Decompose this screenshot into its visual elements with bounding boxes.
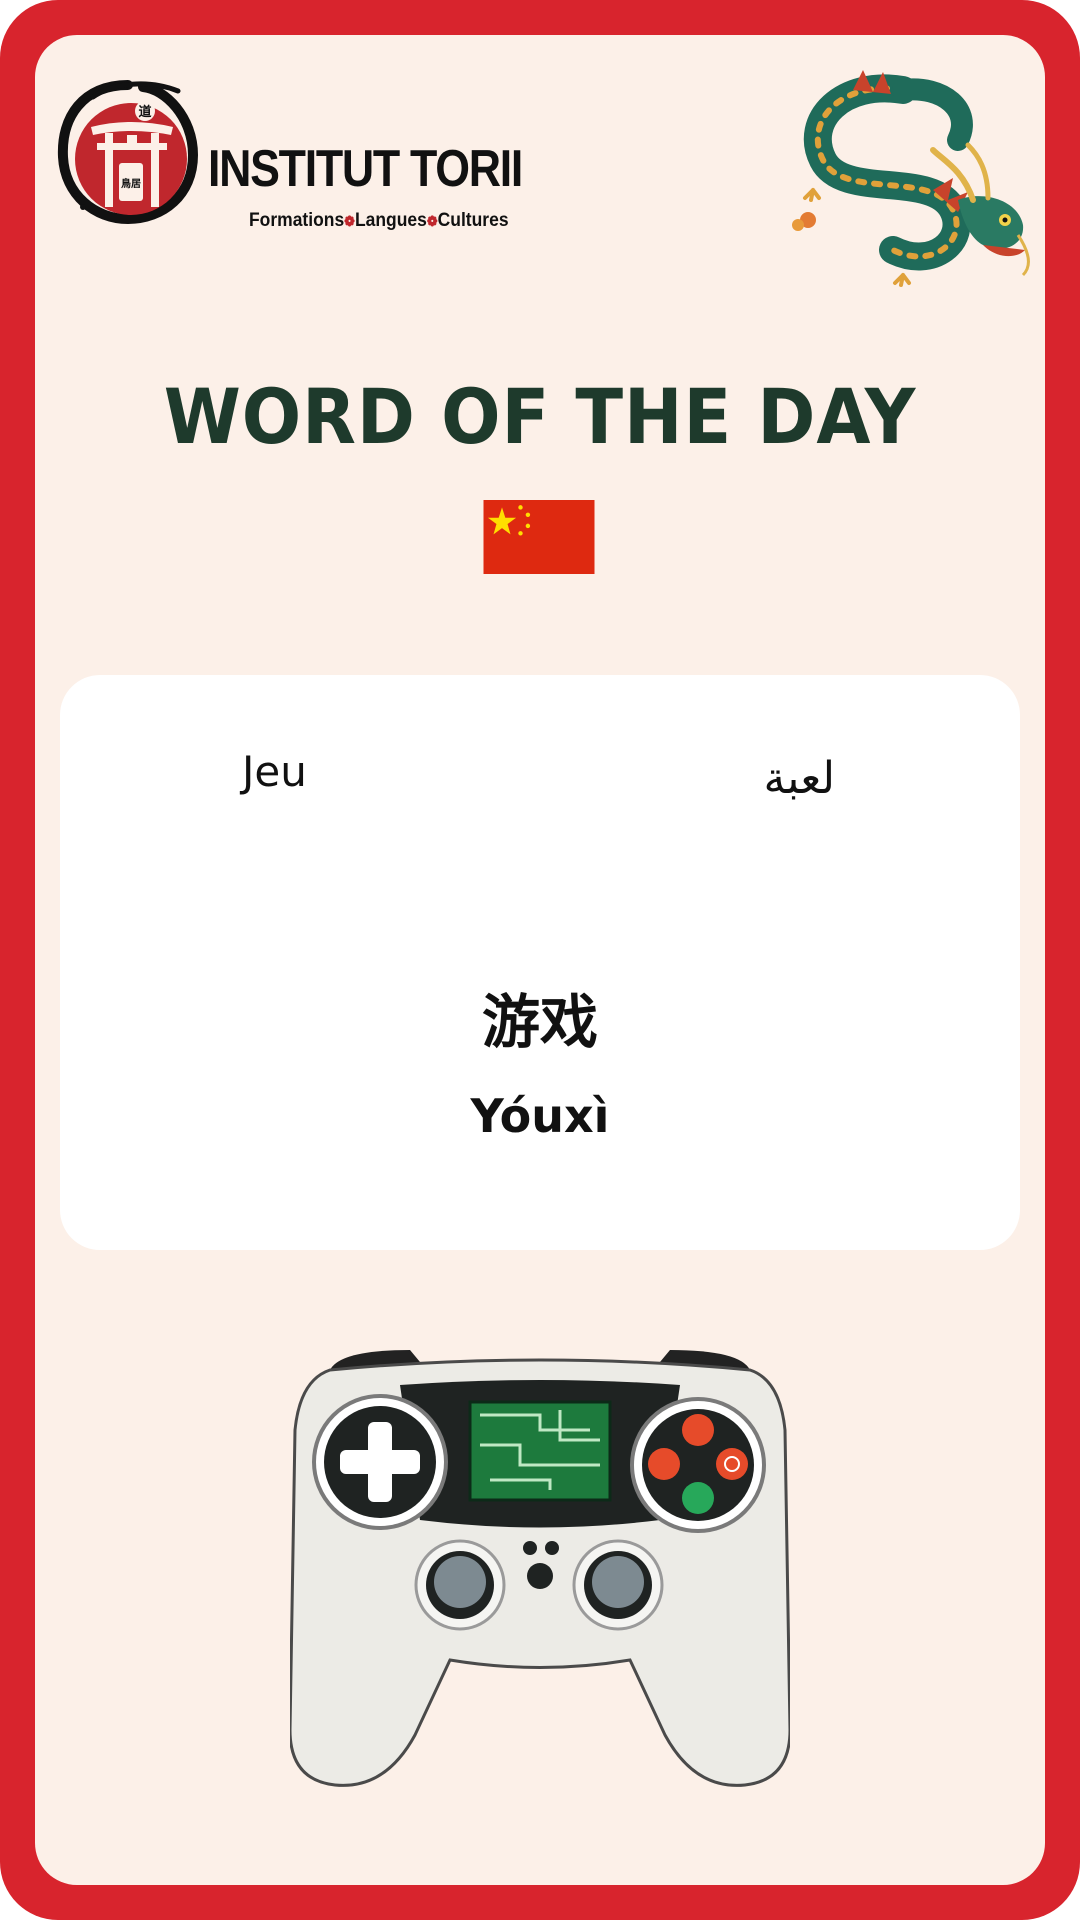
- flashcard: 道 鳥居 INSTITUT TORII Formations❁Langues❁C…: [35, 35, 1045, 1885]
- red-frame: 道 鳥居 INSTITUT TORII Formations❁Langues❁C…: [0, 0, 1080, 1920]
- pinyin-transliteration: Yóuxì: [470, 1089, 610, 1143]
- tagline-cultures: Cultures: [437, 210, 509, 231]
- chinese-dragon-icon: [792, 70, 1030, 287]
- flower-separator-icon: ❁: [426, 213, 438, 229]
- torii-emblem-icon: 道 鳥居: [57, 80, 199, 225]
- word-panel: Jeu لعبة 游戏 Yóuxì: [60, 675, 1020, 1250]
- emblem-glyph-plaque: 鳥居: [121, 177, 141, 190]
- french-translation: Jeu: [242, 747, 307, 796]
- brand-name: INSTITUT TORII: [208, 140, 523, 198]
- tagline-formations: Formations: [249, 210, 345, 231]
- chinese-word: 游戏: [481, 988, 598, 1056]
- arabic-translation: لعبة: [763, 753, 836, 804]
- brand-tagline: Formations❁Langues❁Cultures: [249, 211, 509, 230]
- emblem-glyph-top: 道: [138, 104, 151, 120]
- china-flag-icon: [483, 500, 595, 574]
- flower-separator-icon: ❁: [344, 213, 355, 229]
- tagline-langues: Langues: [354, 210, 427, 231]
- game-controller-icon: [290, 1350, 790, 1787]
- institut-torii-logo: 道 鳥居 INSTITUT TORII Formations❁Langues❁C…: [53, 77, 523, 247]
- page-title: WORD OF THE DAY: [163, 372, 917, 461]
